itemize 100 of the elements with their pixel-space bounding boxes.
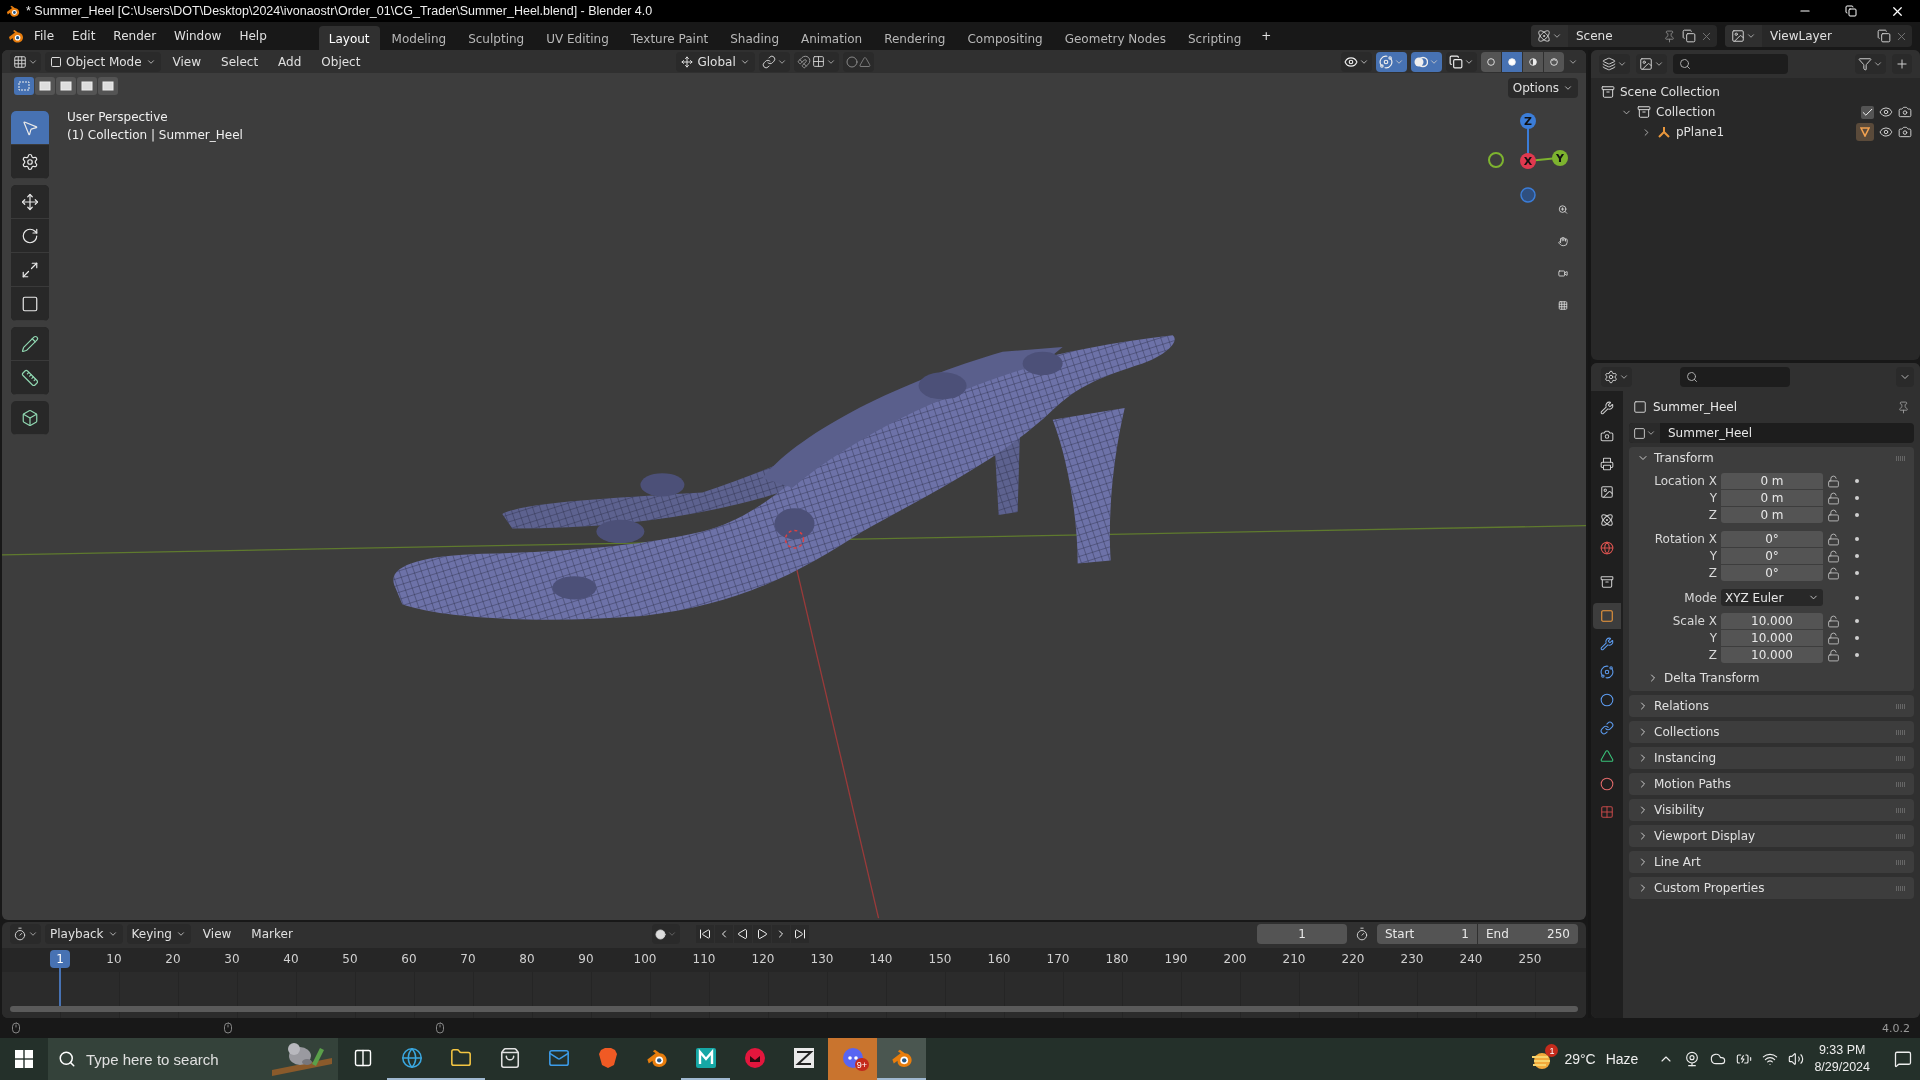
outliner-item[interactable]: Collection bbox=[1656, 105, 1856, 119]
menu-item[interactable]: Add bbox=[270, 51, 310, 72]
number-field[interactable]: 0° bbox=[1721, 565, 1823, 581]
subpanel-header[interactable]: Delta Transform bbox=[1629, 671, 1914, 687]
frame-tick-label: 90 bbox=[578, 952, 594, 966]
property-label: Scale X bbox=[1671, 614, 1717, 628]
end-frame-field[interactable]: End 250 bbox=[1478, 924, 1578, 944]
frame-tick-label: 240 bbox=[1459, 952, 1483, 966]
window-title: * Summer_Heel [C:\Users\DOT\Desktop\2024\ivonaostr\Order_01\CG_Trader\Summer_Heel.blend] - Blender 4.0 bbox=[26, 4, 654, 18]
property-label: Z bbox=[1707, 648, 1717, 662]
number-field[interactable]: 0° bbox=[1721, 531, 1823, 547]
property-label: Mode bbox=[1683, 590, 1717, 605]
menu-item[interactable]: Window bbox=[166, 26, 230, 46]
frame-tick-label: 100 bbox=[633, 952, 657, 966]
property-label: Z bbox=[1707, 566, 1717, 580]
frame-tick-label: 250 bbox=[1518, 952, 1542, 966]
number-field[interactable]: 0 m bbox=[1721, 490, 1823, 506]
frame-tick-label: 190 bbox=[1164, 952, 1188, 966]
workspace-tab[interactable]: Modeling bbox=[381, 25, 457, 51]
object-name: Summer_Heel bbox=[1653, 400, 1739, 414]
panel-header[interactable]: Instancing bbox=[1629, 747, 1914, 769]
options-dropdown[interactable]: Options bbox=[1507, 78, 1578, 98]
property-label: Z bbox=[1707, 508, 1717, 522]
number-field[interactable]: 0° bbox=[1721, 548, 1823, 564]
frame-tick-label: 110 bbox=[692, 952, 716, 966]
panel-header[interactable]: Custom Properties bbox=[1629, 877, 1914, 899]
panel-header[interactable]: Visibility bbox=[1629, 799, 1914, 821]
workspace-tab[interactable]: Geometry Nodes bbox=[1054, 25, 1176, 51]
frame-tick-label: 80 bbox=[519, 952, 535, 966]
panel-header[interactable]: Viewport Display bbox=[1629, 825, 1914, 847]
workspace-tab[interactable]: Texture Paint bbox=[620, 25, 719, 51]
workspace-tab[interactable]: Shading bbox=[720, 25, 789, 51]
frame-tick-label: 160 bbox=[987, 952, 1011, 966]
menu-item[interactable]: View bbox=[194, 924, 240, 944]
menu-item[interactable]: Select bbox=[213, 51, 267, 72]
menu-item[interactable]: Marker bbox=[243, 924, 301, 944]
workspace-tab[interactable]: Animation bbox=[791, 25, 873, 51]
add-workspace-button[interactable]: + bbox=[1253, 26, 1280, 46]
frame-tick-label: 40 bbox=[283, 952, 299, 966]
number-field[interactable]: 10.000 bbox=[1721, 647, 1823, 663]
menu-dropdown[interactable]: Playback bbox=[45, 924, 123, 944]
property-label: Y bbox=[1708, 491, 1717, 505]
property-label: Rotation X bbox=[1653, 532, 1717, 546]
playhead[interactable]: 1 bbox=[50, 950, 70, 968]
frame-tick-label: 140 bbox=[869, 952, 893, 966]
panel-header[interactable]: Line Art bbox=[1629, 851, 1914, 873]
menu-dropdown[interactable]: Keying bbox=[126, 924, 191, 944]
frame-tick-label: 210 bbox=[1282, 952, 1306, 966]
frame-tick-label: 50 bbox=[342, 952, 358, 966]
workspace-tab[interactable]: Compositing bbox=[957, 25, 1053, 51]
frame-tick-label: 180 bbox=[1105, 952, 1129, 966]
version-text: 4.0.2 bbox=[1882, 1021, 1910, 1035]
property-label: Location X bbox=[1653, 474, 1717, 488]
frame-tick-label: 170 bbox=[1046, 952, 1070, 966]
frame-tick-label: 130 bbox=[810, 952, 834, 966]
menu-item[interactable]: File bbox=[26, 26, 63, 46]
number-field[interactable]: 10.000 bbox=[1721, 630, 1823, 646]
number-field[interactable]: 10.000 bbox=[1721, 613, 1823, 629]
workspace-tab[interactable]: Sculpting bbox=[458, 25, 535, 51]
number-field[interactable]: 0 m bbox=[1721, 473, 1823, 489]
workspace-tab[interactable]: UV Editing bbox=[536, 25, 619, 51]
frame-tick-label: 60 bbox=[401, 952, 417, 966]
orientation-dropdown[interactable]: Global bbox=[676, 51, 755, 72]
number-field[interactable]: 0 m bbox=[1721, 507, 1823, 523]
panel-header[interactable]: Collections bbox=[1629, 721, 1914, 743]
frame-tick-label: 30 bbox=[224, 952, 240, 966]
clock[interactable]: 9:33 PM 8/29/2024 bbox=[1814, 1042, 1870, 1076]
taskbar-search-field[interactable]: Type here to search bbox=[48, 1038, 338, 1080]
property-label: Y bbox=[1708, 549, 1717, 563]
outliner-item[interactable]: pPlane1 bbox=[1676, 125, 1851, 139]
menu-item[interactable]: Help bbox=[231, 26, 275, 46]
workspace-tab[interactable]: Layout bbox=[318, 25, 380, 51]
axis-gizmo-drawing[interactable]: Z X Y bbox=[1468, 103, 1578, 203]
notification-badge: 1 bbox=[1545, 1044, 1559, 1057]
temperature-text: 29°C bbox=[1564, 1051, 1596, 1067]
outliner-item[interactable]: Scene Collection bbox=[1620, 85, 1912, 99]
workspace-tab[interactable]: Rendering bbox=[874, 25, 956, 51]
property-label: Y bbox=[1708, 631, 1717, 645]
panel-header[interactable]: Relations bbox=[1629, 695, 1914, 717]
menu-item[interactable]: View bbox=[164, 51, 210, 72]
panel-header[interactable]: Motion Paths bbox=[1629, 773, 1914, 795]
frame-tick-label: 220 bbox=[1341, 952, 1365, 966]
start-frame-field[interactable]: Start 1 bbox=[1377, 924, 1477, 944]
mode-dropdown[interactable]: XYZ Euler bbox=[1721, 589, 1823, 606]
taskbar-app-button[interactable]: 9+ bbox=[828, 1038, 877, 1080]
frame-tick-label: 150 bbox=[928, 952, 952, 966]
frame-tick-label: 230 bbox=[1400, 952, 1424, 966]
frame-tick-label: 200 bbox=[1223, 952, 1247, 966]
current-frame-field[interactable]: 1 bbox=[1257, 924, 1347, 944]
menu-item[interactable]: Edit bbox=[64, 26, 104, 46]
viewport-info-text: (1) Collection | Summer_Heel bbox=[67, 128, 243, 142]
frame-tick-label: 10 bbox=[106, 952, 122, 966]
workspace-tab[interactable]: Scripting bbox=[1177, 25, 1252, 51]
menu-item[interactable]: Object bbox=[313, 51, 369, 72]
panel-header[interactable]: Transform bbox=[1629, 447, 1914, 469]
mode-dropdown[interactable]: Object Mode bbox=[45, 51, 161, 72]
menu-item[interactable]: Render bbox=[105, 26, 165, 46]
viewport-info-text: User Perspective bbox=[67, 110, 169, 124]
frame-tick-label: 20 bbox=[165, 952, 181, 966]
frame-tick-label: 120 bbox=[751, 952, 775, 966]
